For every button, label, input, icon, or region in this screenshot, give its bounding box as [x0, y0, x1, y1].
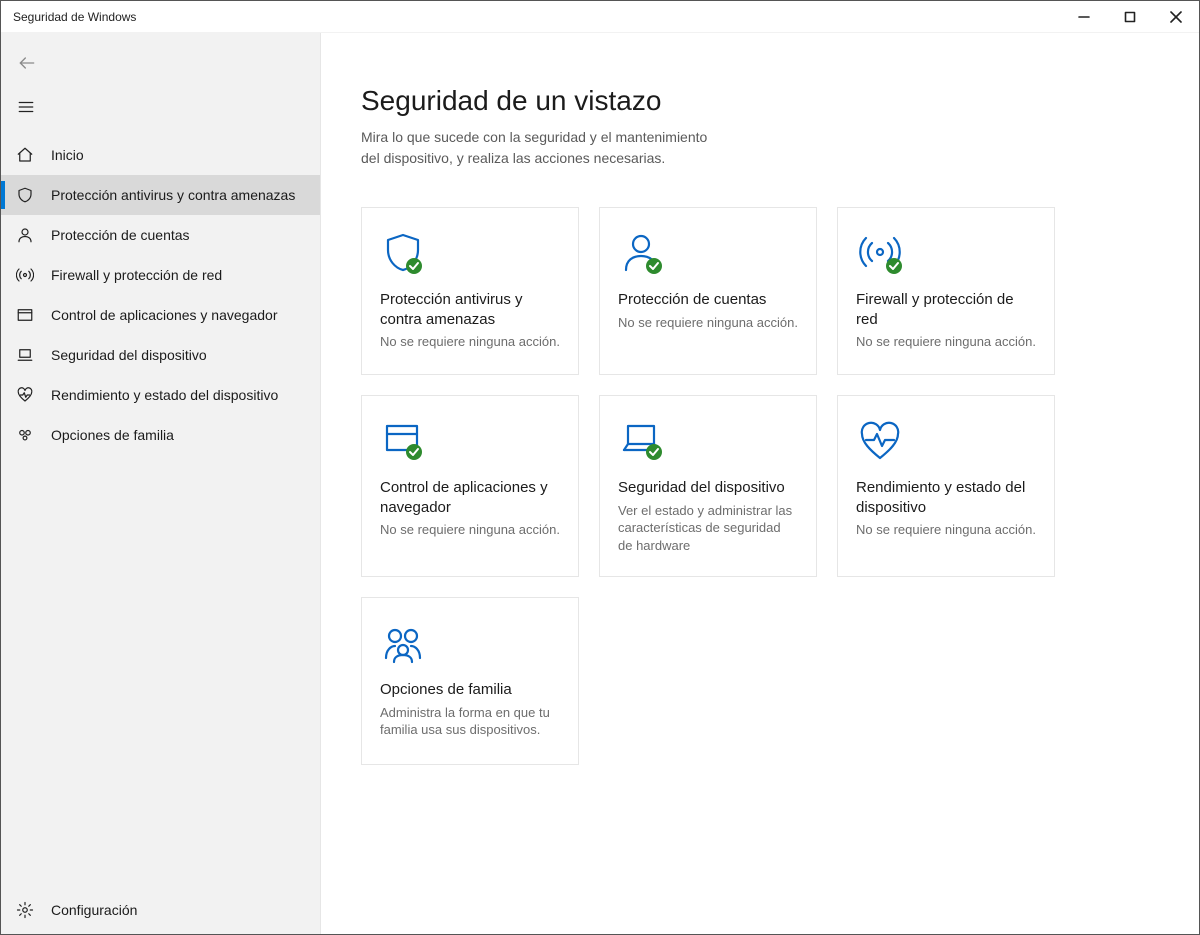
card-desc: No se requiere ninguna acción.: [856, 333, 1036, 351]
card-title: Rendimiento y estado del dispositivo: [856, 478, 1036, 517]
laptop-icon: [15, 345, 35, 365]
gear-icon: [15, 900, 35, 920]
antenna-icon: [15, 265, 35, 285]
nav-item-settings[interactable]: Configuración: [1, 886, 320, 934]
settings-label: Configuración: [51, 902, 137, 918]
person-check-icon: [618, 230, 798, 284]
nav-label: Protección antivirus y contra amenazas: [51, 187, 295, 203]
titlebar: Seguridad de Windows: [1, 1, 1199, 33]
card-title: Protección antivirus y contra amenazas: [380, 290, 560, 329]
card-title: Firewall y protección de red: [856, 290, 1036, 329]
minimize-button[interactable]: [1061, 1, 1107, 33]
page-subtitle: Mira lo que sucede con la seguridad y el…: [361, 127, 721, 169]
card-title: Protección de cuentas: [618, 290, 798, 310]
hamburger-button[interactable]: [1, 85, 320, 129]
close-button[interactable]: [1153, 1, 1199, 33]
back-button[interactable]: [1, 41, 320, 85]
person-icon: [15, 225, 35, 245]
nav-item-virus[interactable]: Protección antivirus y contra amenazas: [1, 175, 320, 215]
card-family[interactable]: Opciones de familia Administra la forma …: [361, 597, 579, 765]
nav-item-firewall[interactable]: Firewall y protección de red: [1, 255, 320, 295]
nav-item-home[interactable]: Inicio: [1, 135, 320, 175]
antenna-check-icon: [856, 230, 1036, 284]
window-title: Seguridad de Windows: [1, 10, 136, 24]
card-performance[interactable]: Rendimiento y estado del dispositivo No …: [837, 395, 1055, 577]
nav-label: Rendimiento y estado del dispositivo: [51, 387, 278, 403]
nav-label: Inicio: [51, 147, 84, 163]
maximize-button[interactable]: [1107, 1, 1153, 33]
card-title: Seguridad del dispositivo: [618, 478, 798, 498]
shield-icon: [15, 185, 35, 205]
card-virus[interactable]: Protección antivirus y contra amenazas N…: [361, 207, 579, 375]
nav-label: Protección de cuentas: [51, 227, 190, 243]
card-desc: No se requiere ninguna acción.: [856, 521, 1036, 539]
shield-check-icon: [380, 230, 560, 284]
laptop-check-icon: [618, 418, 798, 472]
card-desc: No se requiere ninguna acción.: [380, 333, 560, 351]
card-devicesec[interactable]: Seguridad del dispositivo Ver el estado …: [599, 395, 817, 577]
home-icon: [15, 145, 35, 165]
nav-item-devicesec[interactable]: Seguridad del dispositivo: [1, 335, 320, 375]
card-appbrowser[interactable]: Control de aplicaciones y navegador No s…: [361, 395, 579, 577]
card-account[interactable]: Protección de cuentas No se requiere nin…: [599, 207, 817, 375]
family-icon: [380, 620, 560, 674]
card-firewall[interactable]: Firewall y protección de red No se requi…: [837, 207, 1055, 375]
nav-label: Firewall y protección de red: [51, 267, 222, 283]
main-content: Seguridad de un vistazo Mira lo que suce…: [321, 33, 1199, 934]
window-check-icon: [380, 418, 560, 472]
nav: Inicio Protección antivirus y contra ame…: [1, 135, 320, 455]
family-icon: [15, 425, 35, 445]
nav-item-account[interactable]: Protección de cuentas: [1, 215, 320, 255]
sidebar: Inicio Protección antivirus y contra ame…: [1, 33, 321, 934]
card-desc: Ver el estado y administrar las caracter…: [618, 502, 798, 555]
nav-item-appbrowser[interactable]: Control de aplicaciones y navegador: [1, 295, 320, 335]
nav-label: Control de aplicaciones y navegador: [51, 307, 277, 323]
card-desc: No se requiere ninguna acción.: [618, 314, 798, 332]
card-title: Control de aplicaciones y navegador: [380, 478, 560, 517]
card-title: Opciones de familia: [380, 680, 560, 700]
card-desc: Administra la forma en que tu familia us…: [380, 704, 560, 739]
nav-item-performance[interactable]: Rendimiento y estado del dispositivo: [1, 375, 320, 415]
window-icon: [15, 305, 35, 325]
nav-item-family[interactable]: Opciones de familia: [1, 415, 320, 455]
window-controls: [1061, 1, 1199, 33]
nav-label: Opciones de familia: [51, 427, 174, 443]
card-desc: No se requiere ninguna acción.: [380, 521, 560, 539]
cards-grid: Protección antivirus y contra amenazas N…: [361, 207, 1159, 765]
nav-label: Seguridad del dispositivo: [51, 347, 207, 363]
heart-pulse-icon: [856, 418, 1036, 472]
heart-icon: [15, 385, 35, 405]
page-title: Seguridad de un vistazo: [361, 85, 1159, 117]
